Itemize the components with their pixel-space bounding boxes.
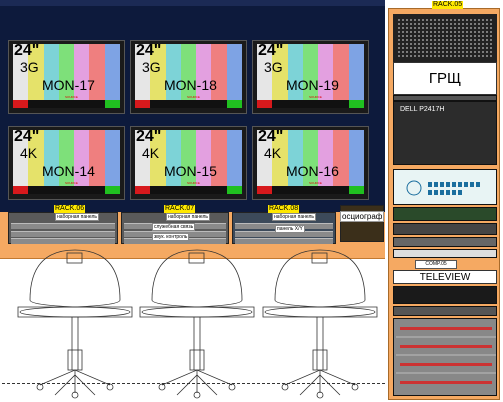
monitor-type: 4K bbox=[142, 145, 160, 161]
monitor-size: 24" bbox=[136, 42, 162, 59]
grsh-panel: ГРЩ bbox=[393, 62, 497, 95]
rack05-vent-grid bbox=[393, 14, 497, 62]
rack05-unit-e bbox=[393, 237, 497, 247]
monitor-name: MON-14 bbox=[42, 163, 95, 179]
monitor-type: 3G bbox=[142, 59, 161, 75]
rack08-panel-label-1: наборная панель bbox=[272, 213, 316, 221]
monitor-size: 24" bbox=[258, 128, 284, 145]
rack06-panel-label: наборная панель bbox=[55, 213, 99, 221]
monitor-type: 4K bbox=[264, 145, 282, 161]
rack07-panel-label-3: звук. контроль bbox=[152, 233, 190, 241]
floor-line bbox=[2, 383, 385, 384]
wall-top-bar bbox=[0, 0, 385, 6]
monitor-tiny: SOURCE bbox=[309, 181, 322, 185]
oscilloscope-label: осциограф bbox=[340, 211, 385, 222]
monitor-size: 24" bbox=[136, 128, 162, 145]
monitor-mon-14: 24" 4K MON-14 SOURCE bbox=[8, 126, 125, 200]
monitor-mon-18: 24" 3G MON-18 SOURCE bbox=[130, 40, 247, 114]
monitor-type: 3G bbox=[20, 59, 39, 75]
monitor-name: MON-15 bbox=[164, 163, 217, 179]
monitor-name: MON-18 bbox=[164, 77, 217, 93]
dell-label: DELL P2417H bbox=[400, 106, 445, 113]
rack05: ГРЩ DELL P2417H COMP.05 TELEVIEW bbox=[388, 8, 500, 400]
monitor-name: MON-19 bbox=[286, 77, 339, 93]
monitor-tiny: SOURCE bbox=[187, 181, 200, 185]
rack05-label: RACK.05 bbox=[432, 1, 464, 9]
monitor-name: MON-16 bbox=[286, 163, 339, 179]
teleview-panel: TELEVIEW bbox=[393, 270, 497, 284]
rack05-unit-d bbox=[393, 223, 497, 235]
chairs bbox=[17, 249, 378, 399]
monitor-tiny: SOURCE bbox=[187, 95, 200, 99]
rack05-unit-b bbox=[393, 169, 497, 205]
monitor-size: 24" bbox=[14, 42, 40, 59]
rack05-unit-h bbox=[393, 306, 497, 316]
rack05-unit-g bbox=[393, 286, 497, 304]
monitor-mon-19: 24" 3G MON-19 SOURCE bbox=[252, 40, 369, 114]
dell-monitor: DELL P2417H bbox=[393, 101, 497, 165]
monitor-mon-16: 24" 4K MON-16 SOURCE bbox=[252, 126, 369, 200]
monitor-type: 4K bbox=[20, 145, 38, 161]
monitor-size: 24" bbox=[14, 128, 40, 145]
rack07-panel-label-1: наборная панель bbox=[166, 213, 210, 221]
chair-3 bbox=[262, 249, 378, 399]
monitor-mon-15: 24" 4K MON-15 SOURCE bbox=[130, 126, 247, 200]
comp05-label: COMP.05 bbox=[415, 260, 457, 269]
chair-2 bbox=[139, 249, 255, 399]
chair-1 bbox=[17, 249, 133, 399]
monitor-name: MON-17 bbox=[42, 77, 95, 93]
rack08-panel-label-2: панель X/Y bbox=[275, 225, 305, 233]
rack06-label: RACK.06 bbox=[54, 205, 86, 213]
rack05-unit-c bbox=[393, 207, 497, 221]
monitor-mon-17: 24" 3G MON-17 SOURCE bbox=[8, 40, 125, 114]
monitor-type: 3G bbox=[264, 59, 283, 75]
rack07-panel-label-2: служебная связь bbox=[152, 223, 196, 231]
monitor-tiny: SOURCE bbox=[309, 95, 322, 99]
patch-panels bbox=[393, 318, 497, 396]
rack08-label: RACK.08 bbox=[268, 205, 300, 213]
monitor-tiny: SOURCE bbox=[65, 95, 78, 99]
rack05-unit-f bbox=[393, 249, 497, 258]
rack07-label: RACK.07 bbox=[164, 205, 196, 213]
monitor-size: 24" bbox=[258, 42, 284, 59]
monitor-tiny: SOURCE bbox=[65, 181, 78, 185]
